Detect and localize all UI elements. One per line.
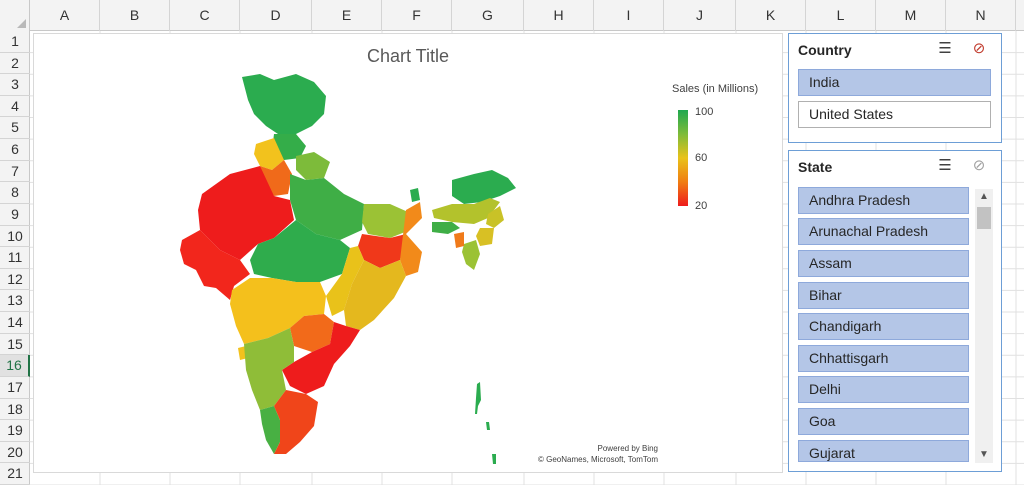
region-andaman-and-nicobar-islands[interactable] [475, 382, 496, 464]
slicer-item-gujarat[interactable]: Gujarat [798, 440, 969, 462]
state-slicer[interactable]: State ☰ ⊘ Andhra Pradesh Arunachal Prade… [788, 150, 1002, 472]
column-header-a[interactable]: A [30, 0, 100, 31]
row-header-2[interactable]: 2 [0, 53, 30, 75]
column-header-f[interactable]: F [382, 0, 452, 31]
multi-select-icon[interactable]: ☰ [935, 40, 955, 58]
multi-select-icon[interactable]: ☰ [935, 157, 955, 175]
legend-tick-min: 20 [695, 200, 708, 212]
legend-tick-max: 100 [695, 106, 714, 118]
row-header-17[interactable]: 17 [0, 377, 30, 399]
slicer-title: Country [798, 42, 852, 58]
row-header-15[interactable]: 15 [0, 334, 30, 356]
slicer-scrollbar[interactable]: ▲ ▼ [975, 189, 993, 463]
clear-filter-icon[interactable]: ⊘ [969, 40, 989, 58]
slicer-item-assam[interactable]: Assam [798, 250, 969, 277]
slicer-item-delhi[interactable]: Delhi [798, 376, 969, 403]
row-header-14[interactable]: 14 [0, 312, 30, 334]
slicer-title: State [798, 159, 833, 175]
region-tamil-nadu[interactable] [274, 390, 318, 454]
region-bihar[interactable] [362, 204, 410, 238]
legend-tick-mid: 60 [695, 152, 708, 164]
row-header-20[interactable]: 20 [0, 442, 30, 464]
row-header-5[interactable]: 5 [0, 117, 30, 140]
region-tripura[interactable] [454, 232, 464, 248]
india-map [180, 74, 516, 464]
column-header-g[interactable]: G [452, 0, 524, 31]
scroll-down-icon[interactable]: ▼ [975, 447, 993, 463]
column-header-l[interactable]: L [806, 0, 876, 31]
row-header-7[interactable]: 7 [0, 161, 30, 183]
row-header-19[interactable]: 19 [0, 420, 30, 442]
column-header-i[interactable]: I [594, 0, 664, 31]
legend-color-scale [678, 110, 688, 206]
region-arunachal-pradesh[interactable] [452, 170, 516, 204]
row-header-16[interactable]: 16 [0, 355, 30, 377]
region-uttarakhand[interactable] [296, 152, 330, 180]
row-header-18[interactable]: 18 [0, 399, 30, 421]
country-slicer[interactable]: Country ☰ ⊘ India United States [788, 33, 1002, 143]
row-header-11[interactable]: 11 [0, 247, 30, 269]
slicer-item-bihar[interactable]: Bihar [798, 282, 969, 309]
region-meghalaya[interactable] [432, 222, 460, 234]
slicer-item-chhattisgarh[interactable]: Chhattisgarh [798, 345, 969, 372]
slicer-item-goa[interactable]: Goa [798, 408, 969, 435]
column-header-c[interactable]: C [170, 0, 240, 31]
column-header-m[interactable]: M [876, 0, 946, 31]
row-header-13[interactable]: 13 [0, 290, 30, 313]
scroll-thumb[interactable] [977, 207, 991, 229]
column-header-k[interactable]: K [736, 0, 806, 31]
row-header-3[interactable]: 3 [0, 74, 30, 96]
column-header-n[interactable]: N [946, 0, 1016, 31]
region-mizoram[interactable] [462, 240, 480, 270]
row-header-1[interactable]: 1 [0, 31, 30, 53]
legend-title: Sales (in Millions) [672, 83, 759, 95]
row-header-21[interactable]: 21 [0, 463, 30, 485]
select-all-corner[interactable] [0, 0, 30, 31]
bing-credit: Powered by Bing [597, 444, 658, 453]
row-header-12[interactable]: 12 [0, 269, 30, 291]
map-chart[interactable]: Chart Title Sales (in Millions) 100 60 2… [33, 33, 783, 473]
column-header-h[interactable]: H [524, 0, 594, 31]
column-header-d[interactable]: D [240, 0, 312, 31]
map-data-credit: © GeoNames, Microsoft, TomTom [538, 455, 658, 464]
row-header-4[interactable]: 4 [0, 96, 30, 118]
scroll-up-icon[interactable]: ▲ [975, 189, 993, 205]
row-header-9[interactable]: 9 [0, 204, 30, 226]
slicer-item-united-states[interactable]: United States [798, 101, 991, 128]
region-sikkim[interactable] [410, 188, 420, 202]
slicer-item-india[interactable]: India [798, 69, 991, 96]
region-jammu-and-kashmir[interactable] [242, 74, 326, 134]
clear-filter-icon[interactable]: ⊘ [969, 157, 989, 175]
row-header-6[interactable]: 6 [0, 139, 30, 161]
slicer-item-andhra-pradesh[interactable]: Andhra Pradesh [798, 187, 969, 214]
slicer-item-chandigarh[interactable]: Chandigarh [798, 313, 969, 340]
slicer-header: Country ☰ ⊘ [789, 34, 1001, 64]
column-header-b[interactable]: B [100, 0, 170, 31]
row-header-10[interactable]: 10 [0, 226, 30, 248]
slicer-header: State ☰ ⊘ [789, 151, 1001, 181]
column-header-j[interactable]: J [664, 0, 736, 31]
slicer-item-arunachal-pradesh[interactable]: Arunachal Pradesh [798, 218, 969, 245]
region-kerala[interactable] [260, 406, 280, 454]
region-manipur[interactable] [476, 228, 494, 246]
row-header-8[interactable]: 8 [0, 182, 30, 204]
column-header-e[interactable]: E [312, 0, 382, 31]
